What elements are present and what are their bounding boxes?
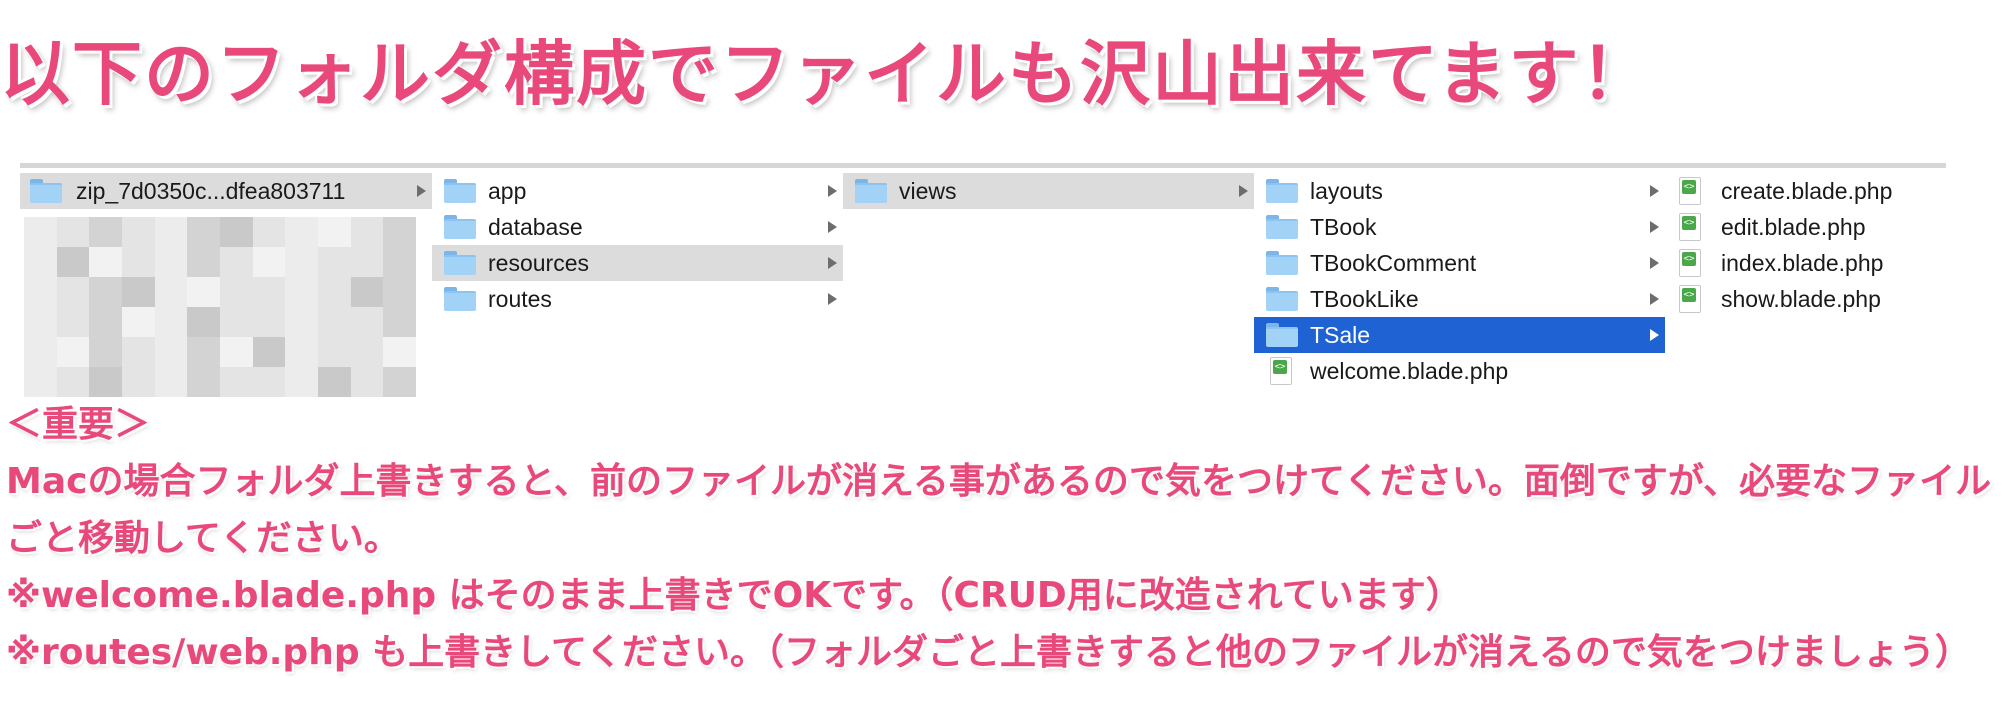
php-file-icon: <> [1270, 357, 1292, 385]
folder-icon [444, 179, 476, 203]
finder-column-root[interactable]: zip_7d0350c...dfea803711 [20, 173, 433, 403]
folder-icon [1266, 251, 1298, 275]
finder-item-tbooklike[interactable]: TBookLike [1254, 281, 1665, 317]
important-notes: ＜重要＞ Macの場合フォルダ上書きすると、前のファイルが消える事があるので気を… [6, 396, 2001, 681]
php-file-icon: <> [1679, 249, 1701, 277]
disclosure-arrow-icon [828, 257, 837, 269]
finder-item-label: resources [488, 250, 589, 276]
finder-item-tsale[interactable]: TSale [1254, 317, 1665, 353]
finder-item-show-blade[interactable]: <> show.blade.php [1665, 281, 1946, 317]
finder-item-label: TBookLike [1310, 286, 1419, 312]
finder-item-label: TSale [1310, 322, 1371, 348]
folder-icon [444, 215, 476, 239]
folder-icon [30, 179, 62, 203]
finder-item-index-blade[interactable]: <> index.blade.php [1665, 245, 1946, 281]
folder-icon [1266, 287, 1298, 311]
php-file-icon: <> [1679, 213, 1701, 241]
disclosure-arrow-icon [1650, 185, 1659, 197]
finder-item-create-blade[interactable]: <> create.blade.php [1665, 173, 1946, 209]
finder-item-resources[interactable]: resources [432, 245, 843, 281]
disclosure-arrow-icon [828, 185, 837, 197]
finder-item-tbookcomment[interactable]: TBookComment [1254, 245, 1665, 281]
notes-heading: ＜重要＞ [6, 404, 151, 445]
finder-item-label: create.blade.php [1721, 178, 1893, 204]
finder-column-views[interactable]: layouts TBook TBookComment TBookLike TSa… [1254, 173, 1666, 403]
finder-item-label: welcome.blade.php [1310, 358, 1509, 384]
finder-item-label: routes [488, 286, 552, 312]
blurred-redacted-region [24, 217, 416, 397]
folder-icon [444, 251, 476, 275]
finder-item-label: zip_7d0350c...dfea803711 [76, 178, 346, 204]
finder-item-database[interactable]: database [432, 209, 843, 245]
finder-item-label: app [488, 178, 527, 204]
finder-item-layouts[interactable]: layouts [1254, 173, 1665, 209]
disclosure-arrow-icon [1650, 221, 1659, 233]
finder-column-view: zip_7d0350c...dfea803711 app database re… [20, 163, 1946, 403]
disclosure-arrow-icon [1650, 293, 1659, 305]
finder-item-routes[interactable]: routes [432, 281, 843, 317]
disclosure-arrow-icon [1650, 257, 1659, 269]
finder-column-project[interactable]: app database resources routes [432, 173, 844, 403]
finder-item-label: TBook [1310, 214, 1377, 240]
folder-icon [444, 287, 476, 311]
folder-icon [1266, 323, 1298, 347]
finder-item-welcome-blade[interactable]: <> welcome.blade.php [1254, 353, 1665, 389]
finder-item-label: layouts [1310, 178, 1383, 204]
folder-icon [1266, 179, 1298, 203]
disclosure-arrow-icon [1650, 329, 1659, 341]
notes-line-welcome-blade: ※welcome.blade.php はそのまま上書きでOKです。（CRUD用に… [6, 575, 1462, 616]
php-file-icon: <> [1679, 177, 1701, 205]
finder-item-label: views [899, 178, 957, 204]
finder-item-label: database [488, 214, 583, 240]
finder-item-label: index.blade.php [1721, 250, 1884, 276]
disclosure-arrow-icon [828, 293, 837, 305]
notes-line-mac-warning: Macの場合フォルダ上書きすると、前のファイルが消える事があるので気をつけてくだ… [6, 461, 1992, 559]
finder-item-label: edit.blade.php [1721, 214, 1866, 240]
folder-icon [1266, 215, 1298, 239]
disclosure-arrow-icon [417, 185, 426, 197]
finder-item-edit-blade[interactable]: <> edit.blade.php [1665, 209, 1946, 245]
finder-column-resources[interactable]: views [843, 173, 1255, 403]
disclosure-arrow-icon [1239, 185, 1248, 197]
notes-line-routes-web: ※routes/web.php も上書きしてください。（フォルダごと上書きすると… [6, 632, 1971, 673]
folder-icon [855, 179, 887, 203]
finder-item-zip-folder[interactable]: zip_7d0350c...dfea803711 [20, 173, 432, 209]
finder-item-label: TBookComment [1310, 250, 1477, 276]
php-file-icon: <> [1679, 285, 1701, 313]
disclosure-arrow-icon [828, 221, 837, 233]
finder-item-views[interactable]: views [843, 173, 1254, 209]
finder-item-app[interactable]: app [432, 173, 843, 209]
finder-item-label: show.blade.php [1721, 286, 1881, 312]
headline-title: 以下のフォルダ構成でファイルも沢山出来てます！ [0, 33, 1653, 115]
finder-column-tsale[interactable]: <> create.blade.php <> edit.blade.php <>… [1665, 173, 1946, 403]
finder-item-tbook[interactable]: TBook [1254, 209, 1665, 245]
